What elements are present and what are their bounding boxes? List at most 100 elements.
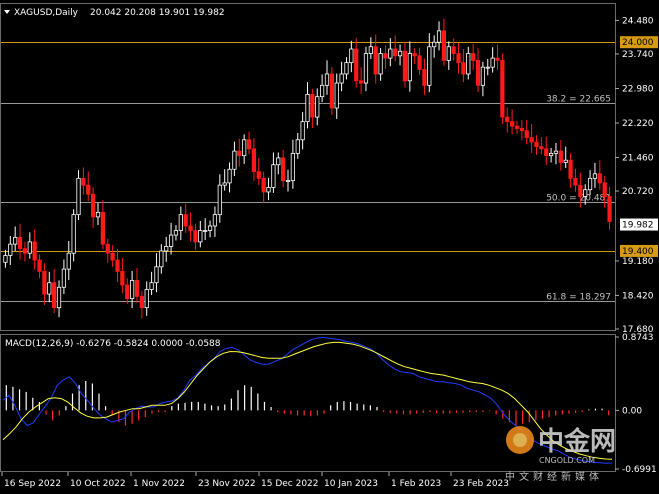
fib-label: 38.2 = 22.665 [546, 95, 611, 105]
candle-body [207, 225, 213, 231]
candle-body [130, 280, 135, 299]
price-tick-label: 24.480 [622, 16, 654, 26]
candle-body [510, 121, 515, 127]
candle-body [495, 57, 500, 61]
candle-body [500, 59, 505, 118]
watermark-url: CNGOLD.COM [539, 456, 595, 465]
time-tick-label: 15 Dec 2022 [261, 479, 319, 489]
watermark-brand: 中金网 [538, 426, 616, 457]
price-tick-label: 20.720 [622, 187, 654, 197]
macd-tick-label: 0.00 [622, 406, 642, 416]
candle-body [261, 177, 266, 193]
candle-body [475, 59, 481, 86]
macd-axis: 0.8743 0.00 -0.6991 [615, 333, 657, 475]
candle-body [592, 173, 598, 179]
current-price-label: 19.982 [622, 221, 654, 231]
candle-body [446, 46, 451, 61]
candle-body [242, 139, 247, 157]
candle-body [251, 148, 257, 172]
candle-body [514, 125, 520, 129]
candle-body [95, 211, 101, 218]
candle-body [276, 157, 281, 166]
macd-tick-label: 0.8743 [622, 333, 654, 343]
symbol-label: XAGUSD,Daily [14, 8, 79, 18]
candle-body [534, 141, 539, 147]
candle-body [548, 152, 554, 157]
candle-body [456, 53, 461, 64]
candle-body [407, 53, 412, 82]
candle-body [8, 243, 13, 256]
watermark-sub: 中文财经新媒体 [505, 470, 603, 483]
candle-body [237, 150, 242, 157]
candle-body [266, 187, 271, 193]
candle-body [329, 73, 334, 109]
candle-body [358, 80, 364, 84]
candle-body [17, 236, 23, 250]
candle-body [466, 53, 471, 75]
candle-body [490, 57, 495, 68]
time-tick-label: 1 Feb 2023 [391, 479, 441, 489]
candle-body [578, 184, 583, 197]
candle-body [519, 128, 524, 132]
candle-body [115, 259, 120, 272]
chart-canvas: 38.2 = 22.66550.0 = 20.48161.8 = 18.297 … [0, 3, 658, 489]
candle-body [227, 168, 232, 184]
candle-body [3, 255, 8, 263]
candle-body [344, 62, 349, 75]
candle-body [485, 66, 490, 69]
candle-body [159, 250, 164, 268]
candle-body [120, 270, 125, 286]
time-tick-label: 23 Feb 2023 [453, 479, 509, 489]
candle-body [246, 139, 252, 150]
candle-body [139, 295, 144, 309]
candle-body [368, 46, 373, 54]
candle-body [539, 146, 544, 150]
price-axis: 24.480 23.740 22.980 22.220 21.460 20.720 19.1… [615, 16, 658, 335]
candle-body [402, 50, 408, 82]
candles-layer [3, 18, 612, 319]
collapse-triangle-icon[interactable] [4, 10, 10, 14]
time-axis: 16 Sep 2022 10 Oct 2022 1 Nov 2022 23 Nov 2… [1, 472, 509, 489]
time-tick-label: 23 Nov 2022 [198, 479, 256, 489]
candle-body [451, 46, 456, 54]
candle-body [188, 225, 193, 231]
candle-body [393, 48, 398, 57]
candle-body [256, 171, 261, 179]
candle-body [178, 214, 183, 231]
candle-body [56, 286, 62, 309]
candle-body [198, 230, 203, 243]
candle-body [81, 177, 86, 186]
price-tick-label: 22.220 [622, 119, 654, 129]
candle-body [193, 230, 198, 243]
time-tick-label: 1 Nov 2022 [133, 479, 185, 489]
candle-body [164, 246, 169, 252]
price-tick-label: 23.740 [622, 50, 654, 60]
fib-label: 61.8 = 18.297 [546, 293, 611, 303]
candle-body [290, 152, 295, 182]
candle-body [597, 173, 602, 184]
candle-body [432, 41, 437, 48]
candle-body [383, 53, 388, 59]
candle-body [100, 211, 105, 245]
candle-body [232, 150, 237, 170]
candle-body [461, 62, 466, 75]
candle-body [573, 177, 578, 186]
candle-body [47, 282, 52, 295]
candle-body [134, 280, 140, 297]
candle-body [388, 48, 393, 59]
time-tick-label: 10 Oct 2022 [70, 479, 126, 489]
candle-body [271, 164, 276, 188]
candle-body [373, 46, 378, 75]
candle-body [183, 214, 188, 227]
candle-body [422, 69, 427, 86]
candle-body [42, 270, 47, 295]
candle-body [168, 234, 174, 247]
candle-body [61, 268, 67, 288]
candle-body [563, 159, 568, 163]
candle-body [66, 252, 71, 270]
candle-body [378, 53, 383, 75]
candle-body [334, 82, 339, 109]
candle-body [125, 284, 130, 299]
candle-body [544, 148, 549, 157]
candle-body [583, 189, 588, 197]
